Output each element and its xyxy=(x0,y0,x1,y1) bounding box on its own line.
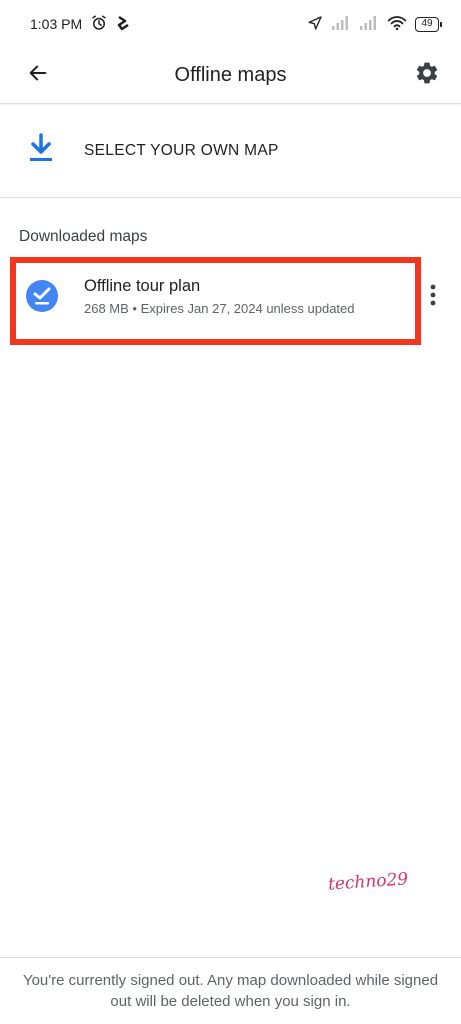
signal-icon xyxy=(331,15,351,33)
app-notification-icon xyxy=(116,15,130,34)
alarm-icon xyxy=(90,14,108,35)
page-title: Offline maps xyxy=(174,64,287,86)
status-time: 1:03 PM xyxy=(30,16,83,32)
map-item-title: Offline tour plan xyxy=(84,277,201,295)
signed-out-notice: You're currently signed out. Any map dow… xyxy=(0,957,461,1024)
download-icon xyxy=(28,133,54,168)
select-own-map-label: SELECT YOUR OWN MAP xyxy=(84,141,279,159)
arrow-left-icon xyxy=(27,62,49,89)
battery-indicator: 49 xyxy=(415,16,442,32)
settings-button[interactable] xyxy=(413,62,441,90)
status-bar: 1:03 PM 49 xyxy=(0,0,461,48)
location-icon xyxy=(307,15,323,34)
check-circle-icon xyxy=(25,279,59,313)
wifi-icon xyxy=(387,15,407,34)
map-item-text: Offline tour plan 268 MB • Expires Jan 2… xyxy=(84,277,355,316)
signature-watermark: techno29 xyxy=(327,869,409,895)
signal-icon xyxy=(359,15,379,33)
app-bar: Offline maps xyxy=(0,48,461,104)
map-item-subtitle: 268 MB • Expires Jan 27, 2024 unless upd… xyxy=(84,301,355,316)
gear-icon xyxy=(414,60,440,91)
status-left: 1:03 PM xyxy=(30,14,130,35)
offline-maps-screen: 1:03 PM 49 Offline maps SELECT YOUR OWN … xyxy=(0,0,461,1024)
downloaded-maps-heading: Downloaded maps xyxy=(19,228,148,245)
more-vert-icon xyxy=(430,284,436,311)
status-right: 49 xyxy=(307,15,442,34)
select-own-map-button[interactable]: SELECT YOUR OWN MAP xyxy=(0,104,461,198)
back-button[interactable] xyxy=(24,62,52,90)
more-options-button[interactable] xyxy=(424,284,442,310)
